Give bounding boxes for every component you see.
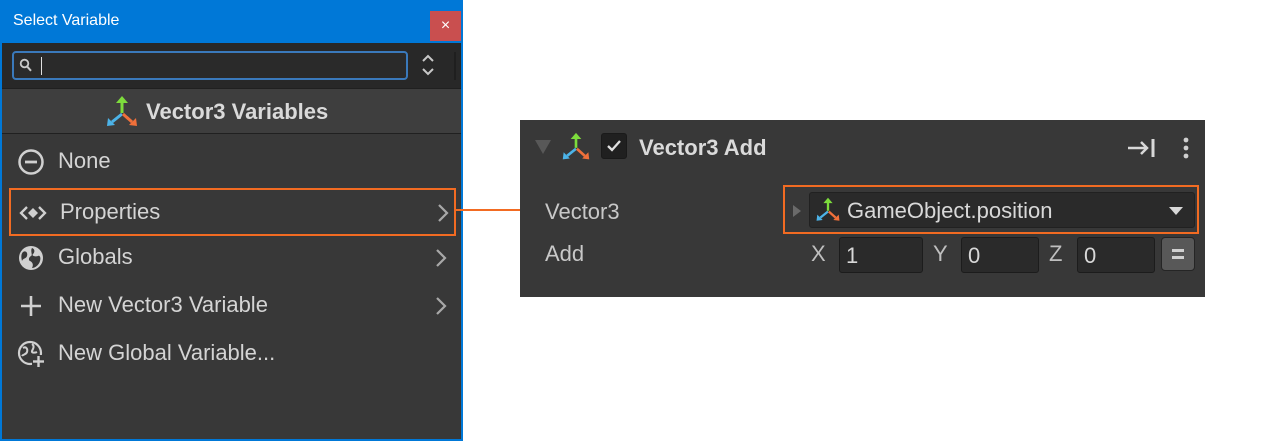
dropdown-arrow-icon[interactable] <box>1168 205 1184 217</box>
checkmark-icon <box>607 140 621 152</box>
add-label: Add <box>545 241 585 266</box>
chevron-right-icon <box>436 249 447 267</box>
menu-item-label: None <box>58 148 111 173</box>
vector3-icon <box>562 132 590 160</box>
search-input[interactable] <box>36 55 400 76</box>
vector3-add-panel: Vector3 Add Vector3 GameObject.position <box>520 120 1205 297</box>
more-options-icon[interactable] <box>1182 136 1190 160</box>
z-value: 0 <box>1084 243 1097 268</box>
menu-item-new-global-variable[interactable]: New Global Variable... <box>2 329 461 377</box>
action-header[interactable]: Vector3 Add <box>520 120 1205 172</box>
none-circle-icon <box>18 149 44 175</box>
action-title: Vector3 Add <box>639 135 767 160</box>
z-axis-label: Z <box>1049 241 1063 266</box>
menu-item-new-vector3-variable[interactable]: New Vector3 Variable <box>2 281 461 329</box>
globe-plus-icon <box>17 340 45 368</box>
search-row <box>2 43 461 88</box>
chevron-right-icon <box>436 297 447 315</box>
close-button[interactable]: × <box>430 11 461 41</box>
menu-item-label: New Vector3 Variable <box>58 292 268 317</box>
list-header: Vector3 Variables <box>2 88 461 134</box>
menu-item-label: New Global Variable... <box>58 340 276 365</box>
y-axis-label: Y <box>933 241 948 266</box>
list-header-title: Vector3 Variables <box>146 99 329 124</box>
equals-bar <box>1172 249 1184 252</box>
menu-item-label: Globals <box>58 244 133 269</box>
vector3-variable-value: GameObject.position <box>847 198 1053 223</box>
search-icon <box>19 58 32 72</box>
sort-updown-icon[interactable] <box>420 52 436 78</box>
vector3-icon <box>816 197 840 221</box>
y-value-field[interactable]: 0 <box>961 237 1039 273</box>
menu-item-none[interactable]: None <box>2 137 461 185</box>
chevron-right-icon <box>438 204 449 222</box>
vector3-label: Vector3 <box>545 199 620 224</box>
window-body: Vector3 Variables None Properties Global… <box>2 43 461 439</box>
window-titlebar[interactable]: Select Variable × <box>0 0 463 43</box>
search-divider <box>454 52 456 80</box>
properties-icon <box>19 206 47 220</box>
plus-icon <box>21 296 41 316</box>
menu-item-properties[interactable]: Properties <box>9 188 456 236</box>
collapse-arrow-icon[interactable] <box>1126 137 1158 159</box>
menu-item-label: Properties <box>60 199 161 224</box>
menu-item-globals[interactable]: Globals <box>2 233 461 281</box>
foldout-triangle-icon[interactable] <box>534 139 552 155</box>
window-title: Select Variable <box>13 12 120 29</box>
x-axis-label: X <box>811 241 826 266</box>
x-value: 1 <box>846 243 859 268</box>
vector3-icon <box>107 96 137 126</box>
equals-toggle-button[interactable] <box>1161 237 1195 271</box>
globe-icon <box>19 246 43 270</box>
z-value-field[interactable]: 0 <box>1077 237 1155 273</box>
search-field[interactable] <box>12 51 408 80</box>
x-value-field[interactable]: 1 <box>839 237 923 273</box>
equals-bar <box>1172 256 1184 259</box>
vector3-variable-field[interactable]: GameObject.position <box>809 192 1195 228</box>
expand-triangle-icon[interactable] <box>792 204 802 218</box>
select-variable-window: Select Variable × Vector3 Variables None… <box>0 0 463 441</box>
y-value: 0 <box>968 243 981 268</box>
enabled-checkbox[interactable] <box>601 133 627 159</box>
